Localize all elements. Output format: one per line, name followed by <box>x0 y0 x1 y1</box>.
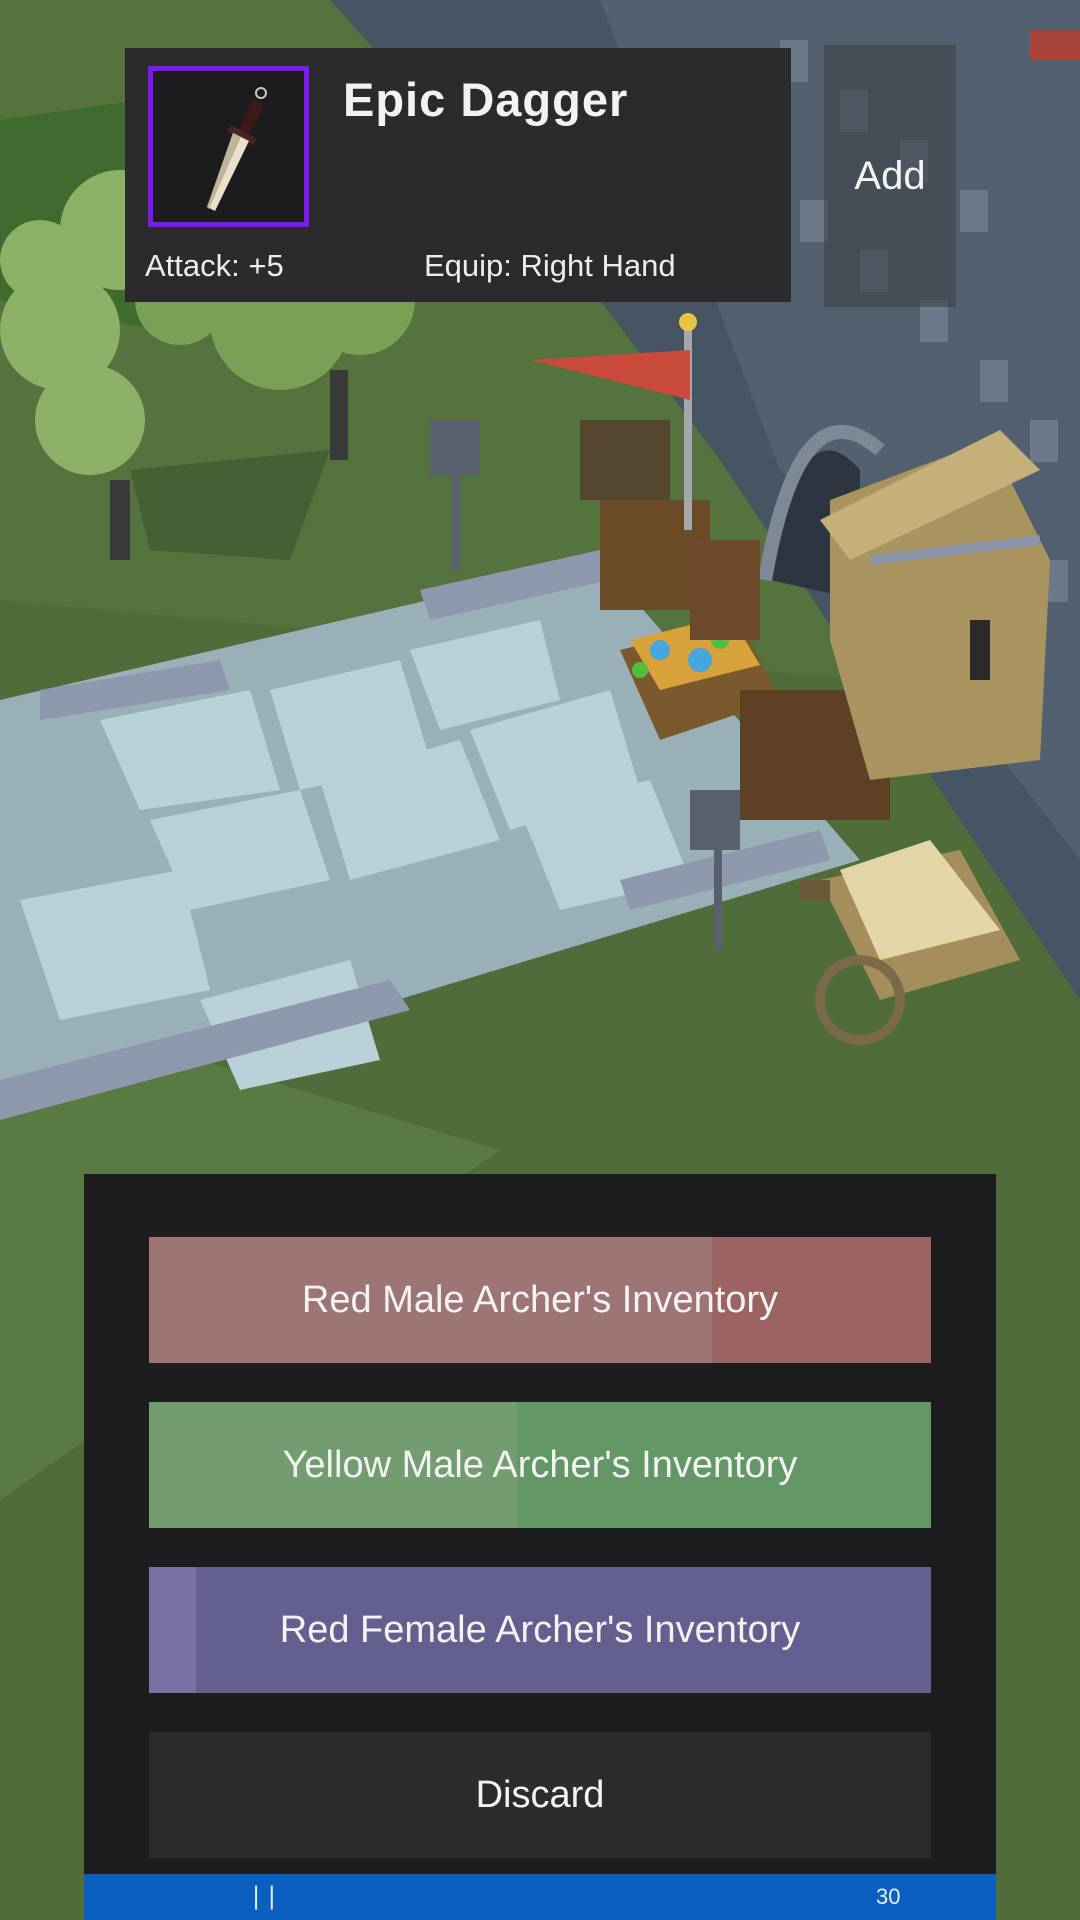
yellow-male-archer-inventory-button[interactable]: Yellow Male Archer's Inventory <box>149 1402 931 1528</box>
item-equip-slot: Equip: Right Hand <box>424 248 676 283</box>
discard-button[interactable]: Discard <box>149 1732 931 1858</box>
status-bar: | | 30 <box>84 1874 996 1920</box>
item-tooltip: Epic Dagger Attack: +5 Equip: Right Hand <box>125 48 791 302</box>
button-label: Yellow Male Archer's Inventory <box>282 1443 798 1486</box>
button-label: Red Female Archer's Inventory <box>279 1608 801 1651</box>
add-button[interactable]: Add <box>824 45 956 307</box>
pause-icon[interactable]: | | <box>252 1882 276 1910</box>
red-male-archer-inventory-button[interactable]: Red Male Archer's Inventory <box>149 1237 931 1363</box>
status-count: 30 <box>876 1884 901 1909</box>
button-label: Discard <box>475 1773 605 1816</box>
dagger-icon <box>207 87 267 211</box>
inventory-panel: Red Male Archer's Inventory Yellow Male … <box>84 1174 996 1874</box>
item-icon-frame <box>148 66 309 227</box>
inventory-fill-bar <box>149 1567 196 1693</box>
red-female-archer-inventory-button[interactable]: Red Female Archer's Inventory <box>149 1567 931 1693</box>
item-name: Epic Dagger <box>343 73 629 126</box>
button-label: Red Male Archer's Inventory <box>301 1278 779 1321</box>
item-attack-stat: Attack: +5 <box>145 248 284 283</box>
